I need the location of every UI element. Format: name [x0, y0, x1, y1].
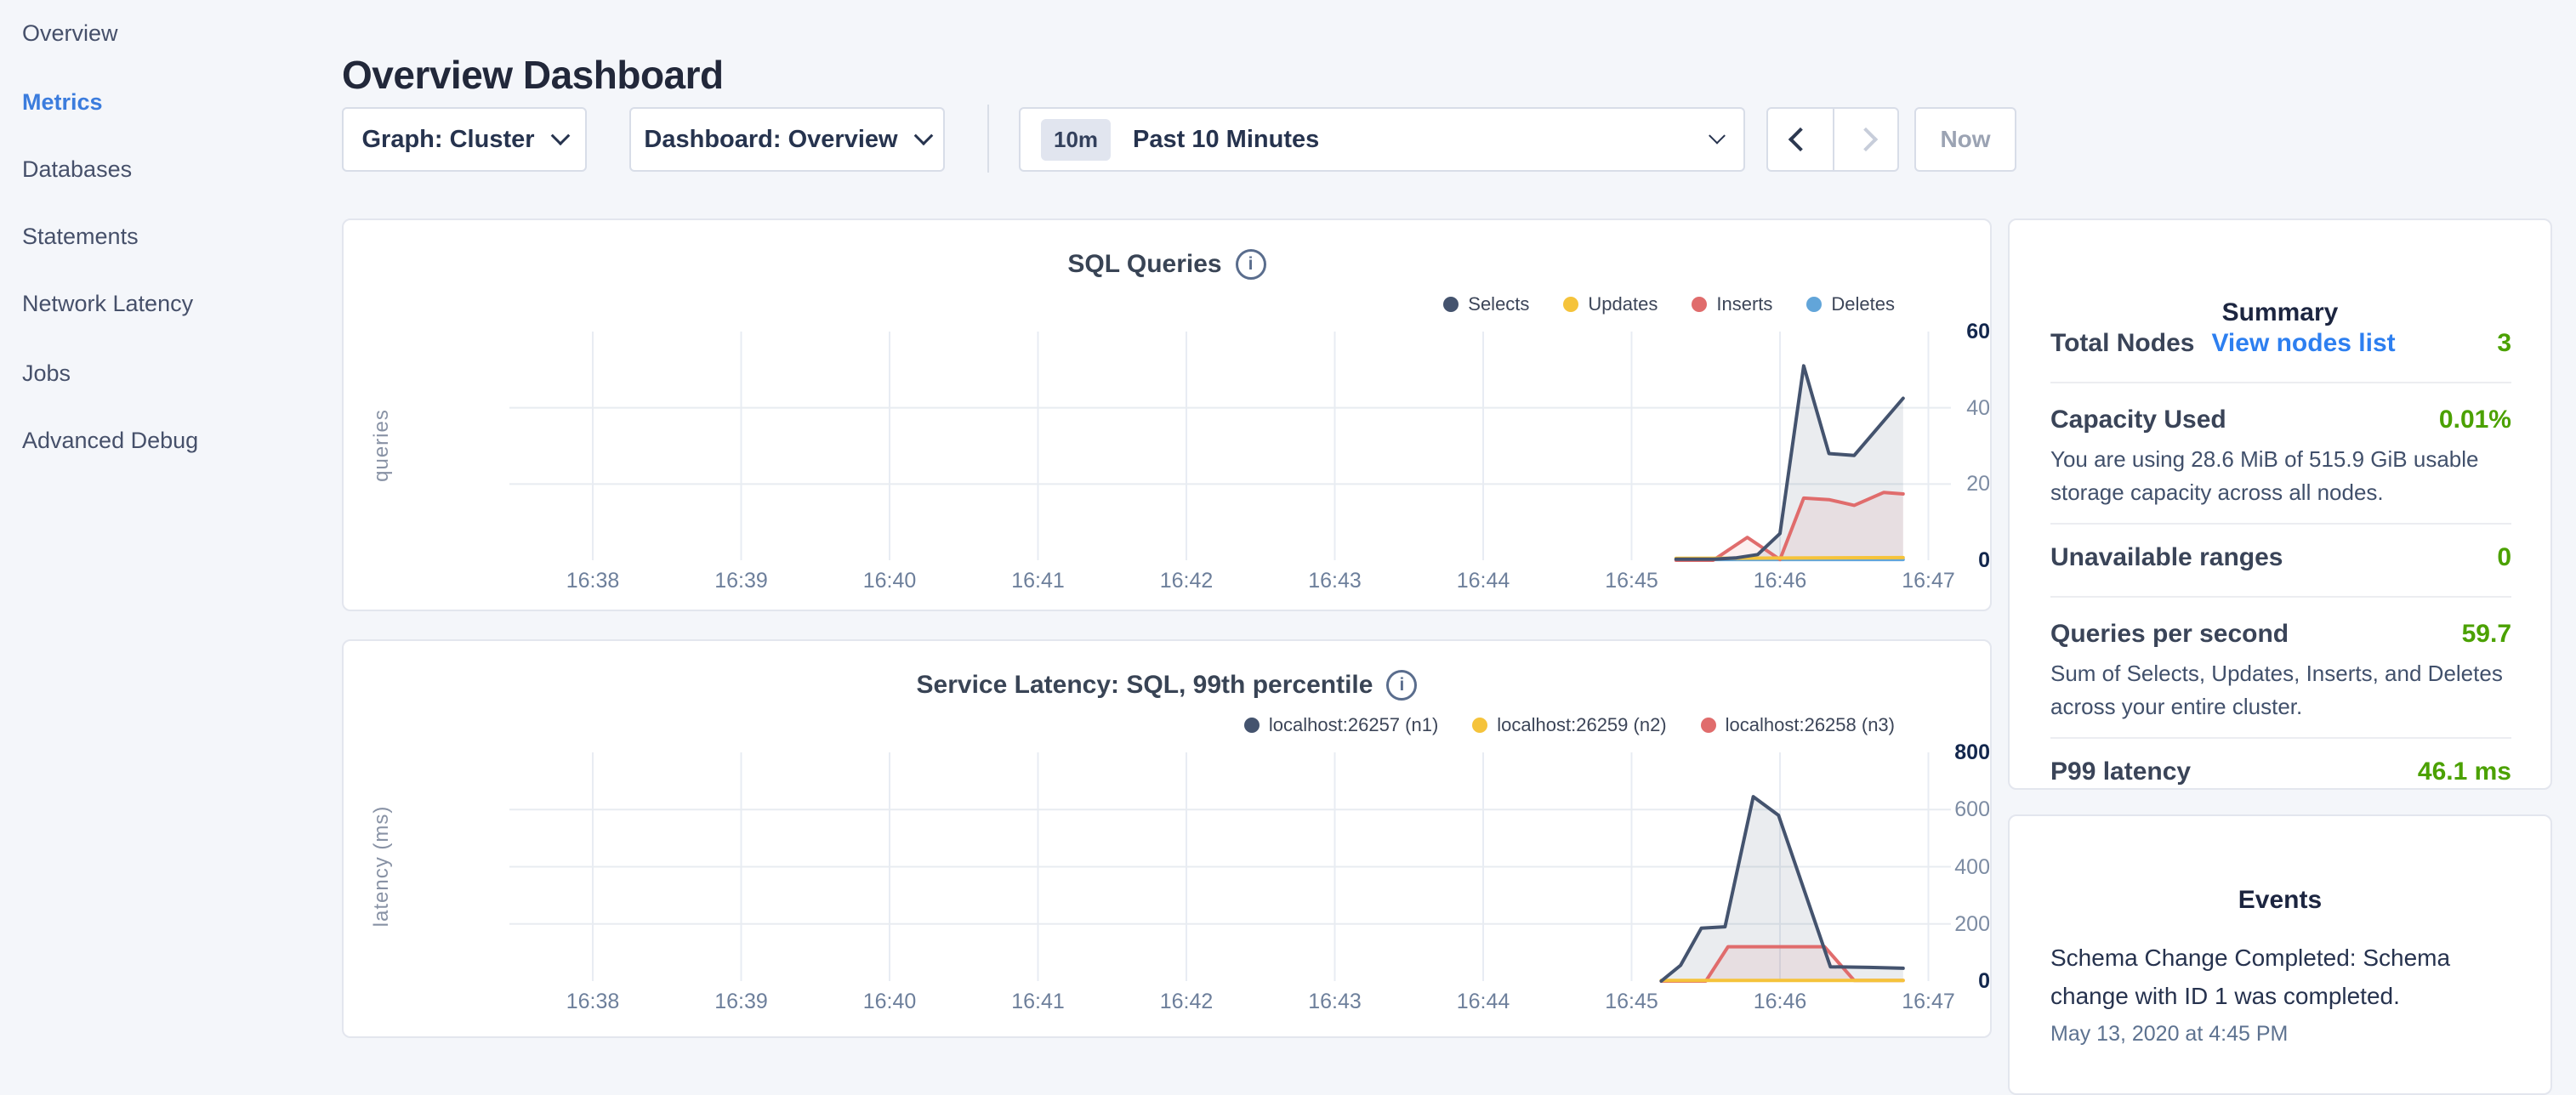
- time-nav-group: [1766, 107, 1899, 172]
- y-tick-label: 800: [1879, 740, 1990, 765]
- chart-canvas[interactable]: [344, 641, 1993, 1040]
- time-window-dropdown[interactable]: 10m Past 10 Minutes: [1019, 107, 1745, 172]
- summary-row-value: 3: [2497, 329, 2511, 358]
- page-title: Overview Dashboard: [342, 52, 724, 98]
- y-axis-label: latency (ms): [370, 806, 394, 928]
- summary-row-subtext: Sum of Selects, Updates, Inserts, and De…: [2050, 657, 2516, 723]
- x-tick-label: 16:47: [1869, 569, 1988, 593]
- sql-queries-chart-card: SQL Queries i SelectsUpdatesInsertsDelet…: [342, 218, 1992, 611]
- sidebar-item-overview[interactable]: Overview: [22, 20, 118, 46]
- summary-row-capacity-used: Capacity Used 0.01%: [2050, 406, 2511, 434]
- summary-row-head: Capacity Used: [2050, 406, 2226, 434]
- time-window-label: Past 10 Minutes: [1133, 126, 1711, 154]
- y-tick-label: 400: [1879, 854, 1990, 880]
- event-item-text[interactable]: Schema Change Completed: Schema change w…: [2050, 939, 2515, 1015]
- sidebar-item-network-latency[interactable]: Network Latency: [22, 291, 193, 316]
- x-tick-label: 16:38: [533, 569, 652, 593]
- now-button[interactable]: Now: [1914, 107, 2016, 172]
- summary-row-value: 0.01%: [2439, 406, 2511, 434]
- dashboard-label: Dashboard: Overview: [644, 126, 897, 154]
- x-tick-label: 16:43: [1276, 569, 1395, 593]
- chevron-down-icon: [913, 126, 933, 145]
- x-tick-label: 16:42: [1127, 569, 1246, 593]
- summary-row-head: Queries per second: [2050, 620, 2289, 649]
- summary-row-subtext: You are using 28.6 MiB of 515.9 GiB usab…: [2050, 443, 2516, 509]
- y-axis-label: queries: [370, 409, 394, 482]
- chevron-down-icon: [550, 126, 570, 145]
- summary-title: Summary: [2010, 298, 2550, 327]
- y-tick-label: 60: [1879, 319, 1990, 344]
- sidebar-item-databases[interactable]: Databases: [22, 156, 132, 182]
- events-panel: Events Schema Change Completed: Schema c…: [2008, 814, 2552, 1095]
- dashboard-dropdown[interactable]: Dashboard: Overview: [629, 107, 945, 172]
- x-tick-label: 16:45: [1572, 990, 1692, 1014]
- x-tick-label: 16:39: [682, 569, 801, 593]
- summary-row-head: P99 latency: [2050, 757, 2191, 786]
- x-tick-label: 16:44: [1424, 990, 1543, 1014]
- x-tick-label: 16:46: [1720, 569, 1840, 593]
- chart-canvas[interactable]: [344, 220, 1993, 613]
- divider: [2050, 596, 2511, 598]
- time-next-button[interactable]: [1833, 109, 1897, 170]
- summary-row-value: 59.7: [2462, 620, 2511, 649]
- service-latency-chart-card: Service Latency: SQL, 99th percentile i …: [342, 639, 1992, 1038]
- view-nodes-list-link[interactable]: View nodes list: [2211, 329, 2395, 358]
- x-tick-label: 16:40: [830, 569, 949, 593]
- summary-row-unavailable-ranges: Unavailable ranges 0: [2050, 543, 2511, 572]
- x-tick-label: 16:40: [830, 990, 949, 1014]
- divider: [2050, 737, 2511, 739]
- summary-row-value: 0: [2497, 543, 2511, 572]
- summary-row-head: Total Nodes: [2050, 329, 2194, 358]
- sidebar: Overview Metrics Databases Statements Ne…: [0, 0, 306, 1051]
- summary-row-head: Unavailable ranges: [2050, 543, 2283, 572]
- x-tick-label: 16:45: [1572, 569, 1692, 593]
- y-tick-label: 600: [1879, 797, 1990, 822]
- x-tick-label: 16:43: [1276, 990, 1395, 1014]
- summary-row-total-nodes: Total Nodes View nodes list 3: [2050, 329, 2511, 358]
- chevron-down-icon: [1709, 128, 1726, 145]
- y-tick-label: 20: [1879, 471, 1990, 496]
- chevron-left-icon: [1788, 128, 1812, 151]
- summary-row-qps: Queries per second 59.7: [2050, 620, 2511, 649]
- controls-divider: [987, 105, 989, 173]
- y-tick-label: 40: [1879, 395, 1990, 421]
- sidebar-item-jobs[interactable]: Jobs: [22, 360, 71, 386]
- time-window-badge: 10m: [1041, 119, 1111, 161]
- divider: [2050, 382, 2511, 383]
- sidebar-item-metrics[interactable]: Metrics: [22, 89, 103, 115]
- x-tick-label: 16:38: [533, 990, 652, 1014]
- y-tick-label: 200: [1879, 911, 1990, 937]
- graph-scope-label: Graph: Cluster: [361, 126, 534, 154]
- event-item-timestamp: May 13, 2020 at 4:45 PM: [2050, 1022, 2288, 1047]
- time-prev-button[interactable]: [1768, 109, 1833, 170]
- x-tick-label: 16:42: [1127, 990, 1246, 1014]
- x-tick-label: 16:46: [1720, 990, 1840, 1014]
- summary-row-p99-latency: P99 latency 46.1 ms: [2050, 757, 2511, 786]
- events-title: Events: [2010, 886, 2550, 915]
- graph-scope-dropdown[interactable]: Graph: Cluster: [342, 107, 587, 172]
- summary-row-value: 46.1 ms: [2418, 757, 2511, 786]
- x-tick-label: 16:41: [979, 990, 1098, 1014]
- x-tick-label: 16:39: [682, 990, 801, 1014]
- x-tick-label: 16:44: [1424, 569, 1543, 593]
- sidebar-item-statements[interactable]: Statements: [22, 224, 139, 249]
- divider: [2050, 523, 2511, 525]
- x-tick-label: 16:47: [1869, 990, 1988, 1014]
- summary-panel: Summary Total Nodes View nodes list 3 Ca…: [2008, 218, 2552, 790]
- x-tick-label: 16:41: [979, 569, 1098, 593]
- sidebar-item-advanced-debug[interactable]: Advanced Debug: [22, 428, 198, 453]
- chevron-right-icon: [1854, 128, 1878, 151]
